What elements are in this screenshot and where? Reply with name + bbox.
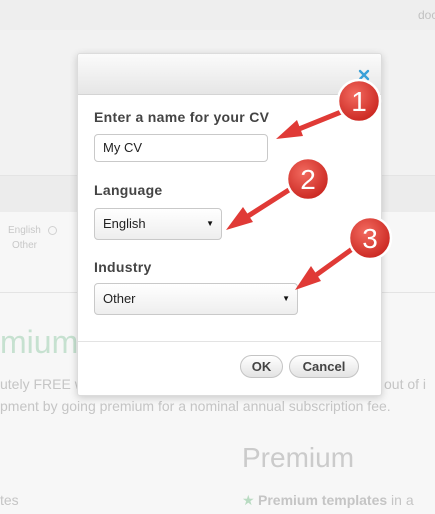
callout-number: 1 (351, 86, 367, 117)
callout-arrow-2 (226, 185, 295, 230)
callout-arrow-1 (276, 107, 349, 139)
callout-number: 3 (362, 223, 378, 254)
callout-badge-2: 2 (285, 156, 331, 202)
callout-annotations: 1 2 3 (226, 78, 393, 290)
callout-arrow-3 (295, 244, 358, 290)
callout-badge-1: 1 (336, 78, 382, 124)
callout-badge-3: 3 (347, 215, 393, 261)
callout-number: 2 (300, 164, 316, 195)
